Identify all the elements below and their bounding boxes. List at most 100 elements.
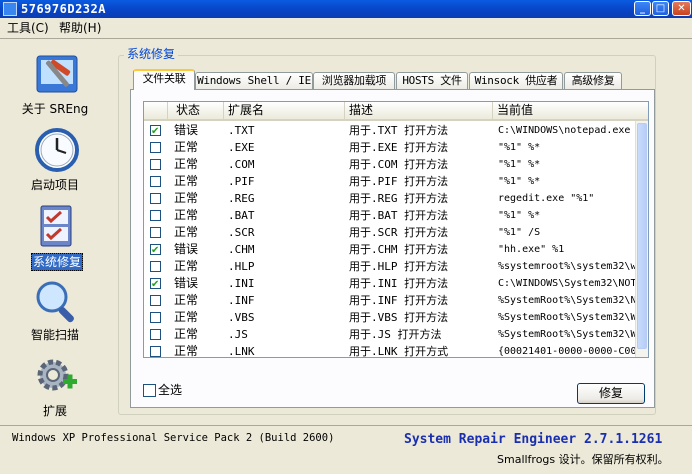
row-extension: .EXE [228, 141, 255, 154]
row-current-value: "%1" %* [498, 210, 541, 221]
row-status: 正常 [174, 174, 199, 188]
sidebar-item-label: 关于 SREng [21, 102, 89, 116]
minimize-button[interactable]: _ [634, 1, 651, 16]
header-current-value[interactable]: 当前值 [493, 102, 636, 119]
row-extension: .INF [228, 294, 255, 307]
row-checkbox[interactable] [150, 346, 161, 357]
scroll-thumb[interactable] [637, 123, 647, 349]
row-extension: .VBS [228, 311, 255, 324]
row-extension: .COM [228, 158, 255, 171]
os-info: Windows XP Professional Service Pack 2 (… [12, 432, 335, 444]
row-current-value: C:\WINDOWS\notepad.exe [498, 125, 631, 136]
row-status: 正常 [174, 157, 199, 171]
row-current-value: %SystemRoot%\System32\NOTEPAD [498, 295, 636, 306]
tab-hosts-file[interactable]: HOSTS 文件 [396, 72, 468, 89]
row-description: 用于.HLP 打开方法 [349, 260, 449, 273]
header-extension[interactable]: 扩展名 [224, 102, 345, 119]
row-checkbox[interactable]: ✔ [150, 125, 161, 137]
row-description: 用于.VBS 打开方法 [349, 311, 449, 324]
row-checkbox[interactable] [150, 193, 161, 204]
table-row[interactable]: ✔ 错误 .CHM 用于.CHM 打开方法 "hh.exe" %1 [144, 241, 636, 258]
row-description: 用于.BAT 打开方法 [349, 209, 449, 222]
title-bar[interactable]: 576976D232A _ □ ✕ [0, 0, 692, 18]
table-row[interactable]: 正常 .LNK 用于.LNK 打开方式 {00021401-0000-0000-C00… [144, 343, 636, 358]
row-description: 用于.COM 打开方法 [349, 158, 449, 171]
menu-help[interactable]: 帮助(H) [56, 20, 104, 36]
app-version: System Repair Engineer 2.7.1.1261 [404, 432, 663, 447]
sidebar-item-label: 启动项目 [30, 178, 79, 192]
window-title: 576976D232A [21, 2, 106, 16]
row-description: 用于.PIF 打开方法 [349, 175, 449, 188]
row-status: 正常 [174, 191, 199, 205]
row-extension: .SCR [228, 226, 255, 239]
menu-tools[interactable]: 工具(C) [4, 20, 52, 36]
row-checkbox[interactable] [150, 295, 161, 306]
row-current-value: C:\WINDOWS\System32\NOTEPAD.EXE [498, 278, 636, 289]
header-check-column[interactable] [144, 102, 168, 119]
table-row[interactable]: 正常 .BAT 用于.BAT 打开方法 "%1" %* [144, 207, 636, 224]
table-row[interactable]: 正常 .VBS 用于.VBS 打开方法 %SystemRoot%\System32\W… [144, 309, 636, 326]
menu-divider [0, 38, 692, 39]
row-checkbox[interactable]: ✔ [150, 244, 161, 256]
row-description: 用于.INF 打开方法 [349, 294, 449, 307]
menu-bar: 工具(C) 帮助(H) [0, 18, 692, 38]
table-row[interactable]: 正常 .SCR 用于.SCR 打开方法 "%1" /S [144, 224, 636, 241]
row-extension: .TXT [228, 124, 255, 137]
table-row[interactable]: ✔ 错误 .INI 用于.INI 打开方法 C:\WINDOWS\System32\NO… [144, 275, 636, 292]
header-status[interactable]: 状态 [168, 102, 224, 119]
row-status: 正常 [174, 208, 199, 222]
tab-browser-addons[interactable]: 浏览器加载项 [313, 72, 395, 89]
header-description[interactable]: 描述 [345, 102, 493, 119]
row-status: 错误 [174, 242, 199, 256]
group-title: 系统修复 [124, 47, 179, 61]
row-current-value: "hh.exe" %1 [498, 244, 565, 255]
check-icon: ✔ [151, 126, 160, 137]
tab-file-association[interactable]: 文件关联 [133, 69, 195, 90]
row-current-value: "%1" %* [498, 159, 541, 170]
close-button[interactable]: ✕ [672, 1, 691, 16]
row-checkbox[interactable] [150, 176, 161, 187]
table-row[interactable]: 正常 .JS 用于.JS 打开方法 %SystemRoot%\System32\WSc… [144, 326, 636, 343]
table-row[interactable]: 正常 .REG 用于.REG 打开方法 regedit.exe "%1" [144, 190, 636, 207]
row-checkbox[interactable] [150, 142, 161, 153]
row-checkbox[interactable] [150, 312, 161, 323]
row-description: 用于.LNK 打开方式 [349, 345, 449, 358]
select-all-box[interactable] [143, 384, 156, 397]
row-checkbox[interactable] [150, 210, 161, 221]
row-checkbox[interactable] [150, 159, 161, 170]
row-checkbox[interactable] [150, 329, 161, 340]
table-row[interactable]: 正常 .EXE 用于.EXE 打开方法 "%1" %* [144, 139, 636, 156]
row-description: 用于.SCR 打开方法 [349, 226, 449, 239]
row-description: 用于.EXE 打开方法 [349, 141, 449, 154]
maximize-button[interactable]: □ [652, 1, 669, 16]
app-icon [3, 2, 17, 16]
checklist-icon [40, 205, 72, 247]
row-description: 用于.CHM 打开方法 [349, 243, 449, 256]
clock-icon [35, 128, 79, 172]
copyright-text: Smallfrogs 设计。保留所有权利。 [497, 453, 669, 466]
row-description: 用于.TXT 打开方法 [349, 124, 449, 137]
row-status: 正常 [174, 293, 199, 307]
list-header: 状态 扩展名 描述 当前值 [144, 102, 648, 121]
vertical-scrollbar[interactable] [635, 121, 648, 357]
table-row[interactable]: 正常 .PIF 用于.PIF 打开方法 "%1" %* [144, 173, 636, 190]
tab-winsock-provider[interactable]: Winsock 供应者 [469, 72, 563, 89]
table-row[interactable]: 正常 .INF 用于.INF 打开方法 %SystemRoot%\System32\N… [144, 292, 636, 309]
row-checkbox[interactable] [150, 261, 161, 272]
row-current-value: "%1" %* [498, 142, 541, 153]
row-extension: .JS [228, 328, 248, 341]
tab-windows-shell-ie[interactable]: Windows Shell / IE [195, 72, 313, 89]
row-status: 正常 [174, 140, 199, 154]
table-row[interactable]: 正常 .COM 用于.COM 打开方法 "%1" %* [144, 156, 636, 173]
row-status: 正常 [174, 310, 199, 324]
tab-advanced-repair[interactable]: 高级修复 [564, 72, 622, 89]
table-row[interactable]: ✔ 错误 .TXT 用于.TXT 打开方法 C:\WINDOWS\notepad.exe [144, 122, 636, 139]
row-status: 正常 [174, 327, 199, 341]
table-row[interactable]: 正常 .HLP 用于.HLP 打开方法 %systemroot%\system32\w… [144, 258, 636, 275]
repair-button[interactable]: 修复 [577, 383, 645, 404]
row-checkbox[interactable]: ✔ [150, 278, 161, 290]
file-association-list[interactable]: 状态 扩展名 描述 当前值 ✔ 错误 .TXT 用于.TXT 打开方法 C:\WINDO… [143, 101, 649, 358]
row-current-value: "%1" /S [498, 227, 541, 238]
row-current-value: %systemroot%\system32\winhlp32.exe [498, 261, 636, 272]
row-checkbox[interactable] [150, 227, 161, 238]
